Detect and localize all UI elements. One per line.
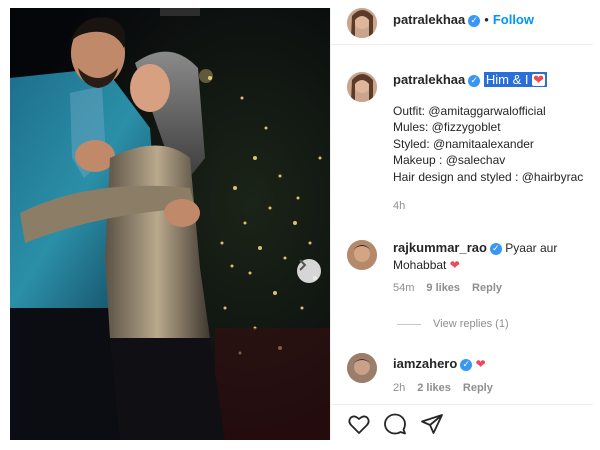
view-replies-button[interactable]: View replies (1) — [397, 318, 509, 330]
red-heart-emoji-icon: ❤ — [532, 72, 546, 87]
comment-body: rajkummar_rao ✓ Pyaar aur Mohabbat ❤ — [393, 240, 593, 273]
comment-reply-button[interactable]: Reply — [463, 382, 493, 394]
caption-highlight: Him & I ❤ — [483, 72, 548, 87]
author-avatar[interactable] — [347, 8, 377, 38]
heart-outline-icon[interactable] — [347, 412, 371, 436]
follow-button[interactable]: Follow — [493, 12, 534, 27]
caption-line: Makeup : @salechav — [393, 153, 506, 167]
verified-badge-icon: ✓ — [489, 242, 502, 255]
avatar-image — [347, 240, 377, 270]
carousel-next-button[interactable] — [297, 259, 321, 283]
author-username[interactable]: patralekhaa — [393, 12, 465, 27]
replies-divider — [397, 323, 421, 325]
comment-likes[interactable]: 2 likes — [417, 382, 451, 394]
caption-line: Outfit: @amitaggarwalofficial — [393, 103, 546, 118]
verified-badge-icon: ✓ — [468, 14, 481, 27]
verified-badge-icon: ✓ — [460, 358, 473, 371]
caption-timestamp: 4h — [393, 200, 406, 212]
comment-reply-button[interactable]: Reply — [472, 282, 502, 294]
view-replies-label: View replies (1) — [433, 318, 509, 330]
post-action-bar — [331, 404, 593, 440]
comment-meta: 54m 9 likes Reply — [393, 280, 593, 297]
header-separator: • — [484, 12, 489, 27]
caption-avatar[interactable] — [347, 72, 377, 102]
caption-line: Styled: @namitaalexander — [393, 136, 534, 151]
caption-username[interactable]: patralekhaa — [393, 72, 465, 87]
caption-highlight-text: Him & I — [485, 72, 529, 87]
comment-avatar[interactable] — [347, 353, 377, 383]
header-row: patralekhaa ✓ • Follow — [393, 12, 534, 27]
comment-item: rajkummar_rao ✓ Pyaar aur Mohabbat ❤ 54m 9… — [393, 240, 593, 297]
comment-meta: 2h 2 likes Reply — [393, 380, 593, 397]
caption-line: Hair design and styled : @hairbyrac — [393, 169, 584, 184]
caption-first-line: patralekhaa ✓ Him & I ❤ — [393, 72, 593, 89]
comment-avatar[interactable] — [347, 240, 377, 270]
comment-item: iamzahero ✓ ❤ 2h 2 likes Reply — [393, 356, 593, 396]
post-header: patralekhaa ✓ • Follow — [331, 8, 593, 45]
speech-bubble-icon[interactable] — [383, 412, 407, 436]
avatar-image — [347, 72, 377, 102]
comment-body: iamzahero ✓ ❤ — [393, 356, 593, 373]
avatar-image — [347, 353, 377, 383]
post-caption: patralekhaa ✓ Him & I ❤ Outfit: @amitagga… — [393, 72, 593, 215]
verified-badge-icon: ✓ — [468, 74, 481, 87]
post-side-panel: patralekhaa ✓ • Follow patralekhaa ✓ Him & I… — [330, 8, 593, 440]
paper-plane-icon[interactable] — [420, 412, 444, 436]
post-photo[interactable] — [10, 8, 330, 440]
comment-username[interactable]: iamzahero — [393, 356, 457, 371]
comment-time: 54m — [393, 282, 415, 294]
comment-username[interactable]: rajkummar_rao — [393, 240, 487, 255]
red-heart-emoji-icon: ❤ — [475, 357, 486, 371]
comment-time: 2h — [393, 381, 406, 394]
photo-couple-image — [10, 8, 330, 440]
comment-likes[interactable]: 9 likes — [426, 282, 460, 294]
chevron-right-icon — [299, 259, 307, 271]
avatar-image — [347, 8, 377, 38]
red-heart-emoji-icon: ❤ — [449, 257, 460, 272]
caption-line: Mules: @fizzygoblet — [393, 120, 501, 134]
